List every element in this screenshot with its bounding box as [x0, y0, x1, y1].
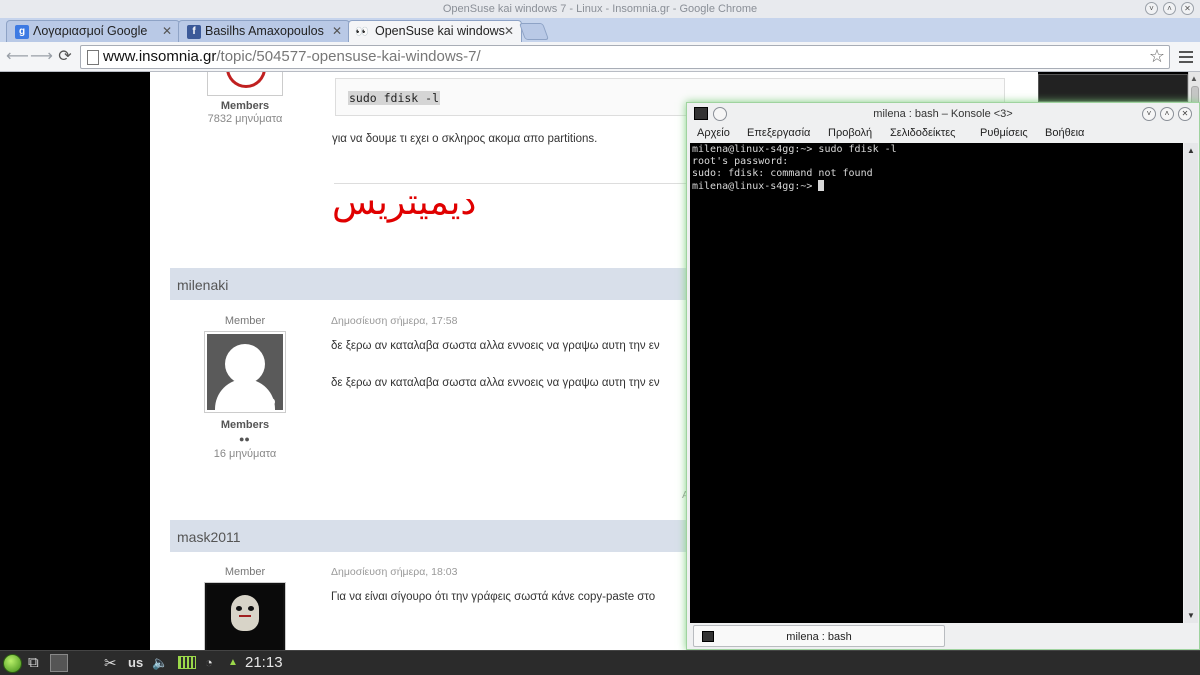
- volume-icon[interactable]: 🔈: [152, 655, 168, 671]
- maximize-button[interactable]: ˄: [1160, 107, 1174, 121]
- author-name[interactable]: mask2011: [177, 529, 241, 545]
- post-date: Δημοσίευση σήμερα, 17:58: [331, 315, 458, 327]
- url-text: www.insomnia.gr/topic/504577-opensuse-ka…: [103, 48, 481, 65]
- tab-label: OpenSuse kai windows: [375, 24, 505, 38]
- network-tools-icon[interactable]: ✂: [104, 654, 117, 672]
- forward-button[interactable]: ⟶: [30, 47, 53, 67]
- clock[interactable]: 21:13: [245, 654, 283, 671]
- wifi-icon[interactable]: ◔: [205, 655, 213, 670]
- member-role: Member: [224, 566, 266, 578]
- menu-view[interactable]: Προβολή: [828, 127, 872, 139]
- insomnia-eyes-icon: 👀: [355, 26, 369, 38]
- avatar[interactable]: [204, 331, 286, 413]
- close-icon[interactable]: ✕: [332, 24, 342, 38]
- bookmark-star-icon[interactable]: ☆: [1149, 46, 1165, 67]
- url-path: /topic/504577-opensuse-kai-windows-7/: [216, 48, 481, 65]
- menu-file[interactable]: Αρχείο: [697, 127, 730, 139]
- terminal-line: sudo: fdisk: command not found: [692, 168, 873, 179]
- taskbar: ⧉ ✂ us 🔈 ◔ ▲ 21:13: [0, 650, 1200, 675]
- battery-icon[interactable]: [178, 656, 196, 669]
- reputation-dots-icon: ●●: [239, 434, 250, 444]
- address-bar[interactable]: www.insomnia.gr/topic/504577-opensuse-ka…: [80, 45, 1170, 69]
- terminal-output[interactable]: milena@linux-s4gg:~> sudo fdisk -l root'…: [690, 143, 1183, 623]
- post-count: 16 μηνύματα: [213, 448, 277, 460]
- avatar[interactable]: [207, 72, 283, 96]
- post-date: Δημοσίευση σήμερα, 18:03: [331, 566, 458, 578]
- minimize-button[interactable]: ˅: [1142, 107, 1156, 121]
- member-group: Members: [220, 100, 270, 112]
- page-icon: [87, 50, 99, 65]
- avatar[interactable]: [204, 582, 286, 650]
- application-launcher-icon[interactable]: [3, 654, 22, 673]
- new-tab-button[interactable]: [518, 23, 550, 40]
- konsole-tabbar: milena : bash: [690, 625, 1198, 647]
- signature-text: ديميتريس: [332, 182, 477, 223]
- terminal-prompt: milena@linux-s4gg:~>: [692, 181, 819, 192]
- konsole-title: milena : bash – Konsole <3>: [873, 108, 1013, 120]
- keyboard-layout[interactable]: us: [128, 655, 143, 670]
- terminal-line: milena@linux-s4gg:~> sudo fdisk -l: [692, 144, 897, 155]
- author-name[interactable]: milenaki: [177, 277, 228, 293]
- member-group: Members: [220, 419, 270, 431]
- minimize-button[interactable]: ˅: [1145, 2, 1158, 15]
- tab-label: Λογαριασμοί Google: [33, 24, 148, 38]
- right-panel: [1038, 74, 1188, 102]
- tab-facebook[interactable]: f Basilhs Amaxopoulos ✕: [178, 20, 350, 42]
- konsole-tab-label: milena : bash: [786, 631, 852, 643]
- konsole-titlebar[interactable]: milena : bash – Konsole <3> ˅ ˄ ✕: [687, 103, 1199, 125]
- konsole-tab[interactable]: milena : bash: [693, 625, 945, 647]
- tray-expand-icon[interactable]: ▲: [228, 657, 238, 668]
- chrome-menu-button[interactable]: [1177, 48, 1195, 64]
- terminal-prompt-line: milena@linux-s4gg:~>: [692, 180, 825, 192]
- chrome-titlebar[interactable]: OpenSuse kai windows 7 - Linux - Insomni…: [0, 0, 1200, 18]
- post-text: δε ξερω αν καταλαβα σωστα αλλα εννοεις ν…: [331, 340, 660, 352]
- menu-bookmarks[interactable]: Σελιδοδείκτες: [890, 127, 955, 139]
- scroll-down-icon[interactable]: ▼: [1187, 611, 1195, 620]
- tab-google-accounts[interactable]: g Λογαριασμοί Google ✕: [6, 20, 180, 42]
- toolbar: ⟵ ⟶ ⟳ www.insomnia.gr/topic/504577-opens…: [0, 42, 1200, 72]
- tab-insomnia[interactable]: 👀 OpenSuse kai windows ✕: [348, 20, 522, 42]
- activities-icon[interactable]: ⧉: [28, 654, 39, 671]
- scroll-up-icon[interactable]: ▲: [1190, 74, 1198, 83]
- window-title: OpenSuse kai windows 7 - Linux - Insomni…: [442, 3, 758, 15]
- scroll-up-icon[interactable]: ▲: [1187, 146, 1195, 155]
- post-text: για να δουμε τι εχει ο σκληρος ακομα απο…: [332, 133, 598, 145]
- tab-strip: g Λογαριασμοί Google ✕ f Basilhs Amaxopo…: [0, 18, 1200, 42]
- konsole-window[interactable]: milena : bash – Konsole <3> ˅ ˄ ✕ Αρχείο…: [686, 102, 1200, 650]
- url-host: www.insomnia.gr: [103, 48, 217, 65]
- tab-label: Basilhs Amaxopoulos: [205, 24, 324, 38]
- konsole-menubar: Αρχείο Επεξεργασία Προβολή Σελιδοδείκτες…: [687, 125, 1199, 143]
- post-text: δε ξερω αν καταλαβα σωστα αλλα εννοεις ν…: [331, 377, 660, 389]
- close-icon[interactable]: ✕: [162, 24, 172, 38]
- menu-help[interactable]: Βοήθεια: [1045, 127, 1084, 139]
- close-button[interactable]: ✕: [1178, 107, 1192, 121]
- member-role: Member: [224, 315, 266, 327]
- desktop-pager[interactable]: [50, 654, 68, 672]
- post-count: 7832 μηνύματα: [207, 113, 283, 125]
- back-button[interactable]: ⟵: [6, 47, 29, 67]
- terminal-cursor: [818, 180, 825, 191]
- google-plus-icon: g: [15, 25, 29, 39]
- menu-edit[interactable]: Επεξεργασία: [747, 127, 810, 139]
- terminal-scrollbar[interactable]: ▲ ▼: [1184, 143, 1198, 623]
- maximize-button[interactable]: ˄: [1163, 2, 1176, 15]
- facebook-icon: f: [187, 25, 201, 39]
- post-text: Για να είναι σίγουρο ότι την γράφεις σωσ…: [331, 591, 656, 603]
- menu-settings[interactable]: Ρυθμίσεις: [980, 127, 1028, 139]
- code-text: sudo fdisk -l: [348, 91, 441, 105]
- close-button[interactable]: ✕: [1181, 2, 1194, 15]
- close-icon[interactable]: ✕: [504, 24, 514, 38]
- terminal-line: root's password:: [692, 156, 789, 167]
- reload-button[interactable]: ⟳: [54, 47, 76, 67]
